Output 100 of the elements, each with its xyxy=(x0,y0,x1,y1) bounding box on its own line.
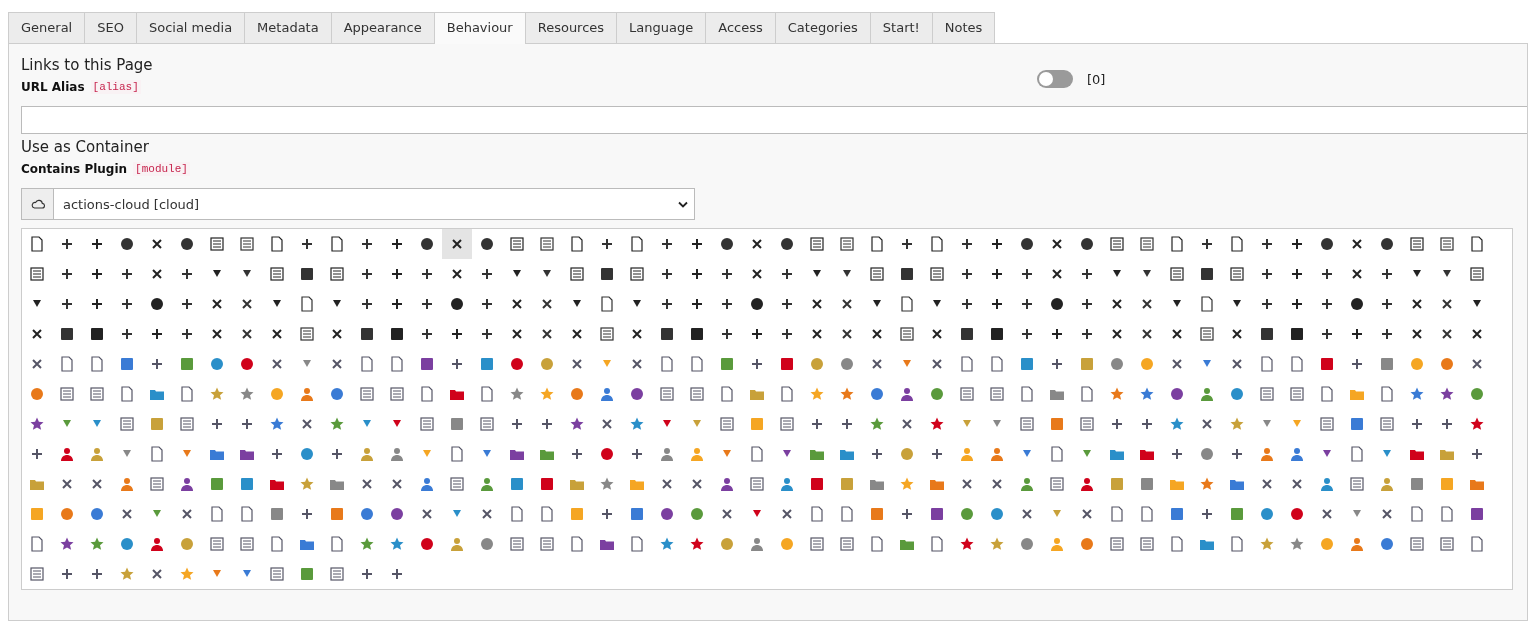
plus-icon xyxy=(1019,296,1035,312)
plus-icon xyxy=(1289,266,1305,282)
plus-icon xyxy=(59,236,75,252)
tab[interactable]: General xyxy=(8,12,85,43)
document-icon xyxy=(1229,236,1245,252)
circle-icon xyxy=(1079,536,1095,552)
circle-icon xyxy=(749,296,765,312)
list-icon xyxy=(629,266,645,282)
list-icon xyxy=(1139,536,1155,552)
document-icon xyxy=(1439,506,1455,522)
plus-icon xyxy=(299,236,315,252)
tab[interactable]: Resources xyxy=(524,12,617,43)
plus-icon xyxy=(989,236,1005,252)
star-icon xyxy=(509,386,525,402)
tab[interactable]: Social media xyxy=(135,12,245,43)
tab[interactable]: Access xyxy=(705,12,775,43)
plus-icon xyxy=(509,416,525,432)
plus-icon xyxy=(1469,446,1485,462)
star-icon xyxy=(209,386,225,402)
document-icon xyxy=(599,296,615,312)
plus-icon xyxy=(1229,446,1245,462)
square-icon xyxy=(1469,506,1485,522)
plus-icon xyxy=(779,266,795,282)
square-icon xyxy=(329,506,345,522)
plus-icon xyxy=(419,326,435,342)
person-icon xyxy=(599,386,615,402)
document-icon xyxy=(989,356,1005,372)
list-icon xyxy=(959,386,975,402)
plus-icon xyxy=(1289,236,1305,252)
square-icon xyxy=(959,326,975,342)
list-icon xyxy=(269,266,285,282)
tab[interactable]: Notes xyxy=(931,12,996,43)
list-icon xyxy=(509,536,525,552)
document-icon xyxy=(869,536,885,552)
plus-icon xyxy=(449,326,465,342)
document-icon xyxy=(59,356,75,372)
plus-icon xyxy=(59,566,75,582)
person-icon xyxy=(449,536,465,552)
field-name: [module] xyxy=(133,162,190,176)
square-icon xyxy=(389,326,405,342)
square-icon xyxy=(1109,476,1125,492)
list-icon xyxy=(89,386,105,402)
square-icon xyxy=(1259,326,1275,342)
plus-icon xyxy=(959,236,975,252)
document-icon xyxy=(719,386,735,402)
square-icon xyxy=(1379,356,1395,372)
circle-icon xyxy=(179,536,195,552)
person-icon xyxy=(299,386,315,402)
plus-icon xyxy=(689,296,705,312)
plus-icon xyxy=(149,356,165,372)
tab[interactable]: Categories xyxy=(774,12,870,43)
list-icon xyxy=(539,536,555,552)
star-icon xyxy=(809,386,825,402)
document-icon xyxy=(269,236,285,252)
document-icon xyxy=(809,506,825,522)
plus-icon xyxy=(749,356,765,372)
plus-icon xyxy=(89,266,105,282)
star-icon xyxy=(1439,386,1455,402)
plugin-select[interactable]: actions-cloud [cloud] xyxy=(54,188,695,220)
toggle-switch[interactable] xyxy=(1037,70,1073,88)
document-icon xyxy=(929,536,945,552)
circle-icon xyxy=(1289,506,1305,522)
list-icon xyxy=(929,266,945,282)
plus-icon xyxy=(389,296,405,312)
document-icon xyxy=(179,386,195,402)
square-icon xyxy=(59,326,75,342)
tab[interactable]: Start! xyxy=(869,12,932,43)
square-icon xyxy=(1169,506,1185,522)
document-icon xyxy=(569,536,585,552)
square-icon xyxy=(1079,356,1095,372)
plus-icon xyxy=(1439,416,1455,432)
circle-icon xyxy=(449,296,465,312)
list-icon xyxy=(179,416,195,432)
tab[interactable]: Appearance xyxy=(330,12,434,43)
star-icon xyxy=(1199,476,1215,492)
document-icon xyxy=(329,236,345,252)
document-icon xyxy=(1409,506,1425,522)
tab[interactable]: Metadata xyxy=(244,12,331,43)
plus-icon xyxy=(839,416,855,432)
person-icon xyxy=(1049,536,1065,552)
circle-icon xyxy=(1019,536,1035,552)
tab[interactable]: Behaviour xyxy=(433,12,525,44)
list-icon xyxy=(1109,536,1125,552)
square-icon xyxy=(29,506,45,522)
url-alias-field[interactable] xyxy=(21,106,1527,134)
plus-icon xyxy=(929,446,945,462)
document-icon xyxy=(509,506,525,522)
star-icon xyxy=(929,416,945,432)
square-icon xyxy=(1439,476,1455,492)
list-icon xyxy=(1079,416,1095,432)
person-icon xyxy=(1319,476,1335,492)
square-icon xyxy=(479,356,495,372)
tab[interactable]: SEO xyxy=(84,12,136,43)
circle-icon xyxy=(419,236,435,252)
circle-icon xyxy=(1349,296,1365,312)
document-icon xyxy=(839,506,855,522)
document-icon xyxy=(1469,536,1485,552)
tab[interactable]: Language xyxy=(616,12,706,43)
person-icon xyxy=(59,446,75,462)
star-icon xyxy=(89,536,105,552)
